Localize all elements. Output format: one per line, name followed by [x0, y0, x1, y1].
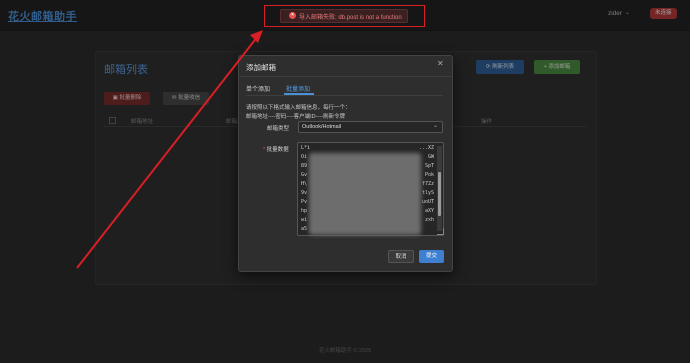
- annotation-arrow-icon: [76, 30, 263, 269]
